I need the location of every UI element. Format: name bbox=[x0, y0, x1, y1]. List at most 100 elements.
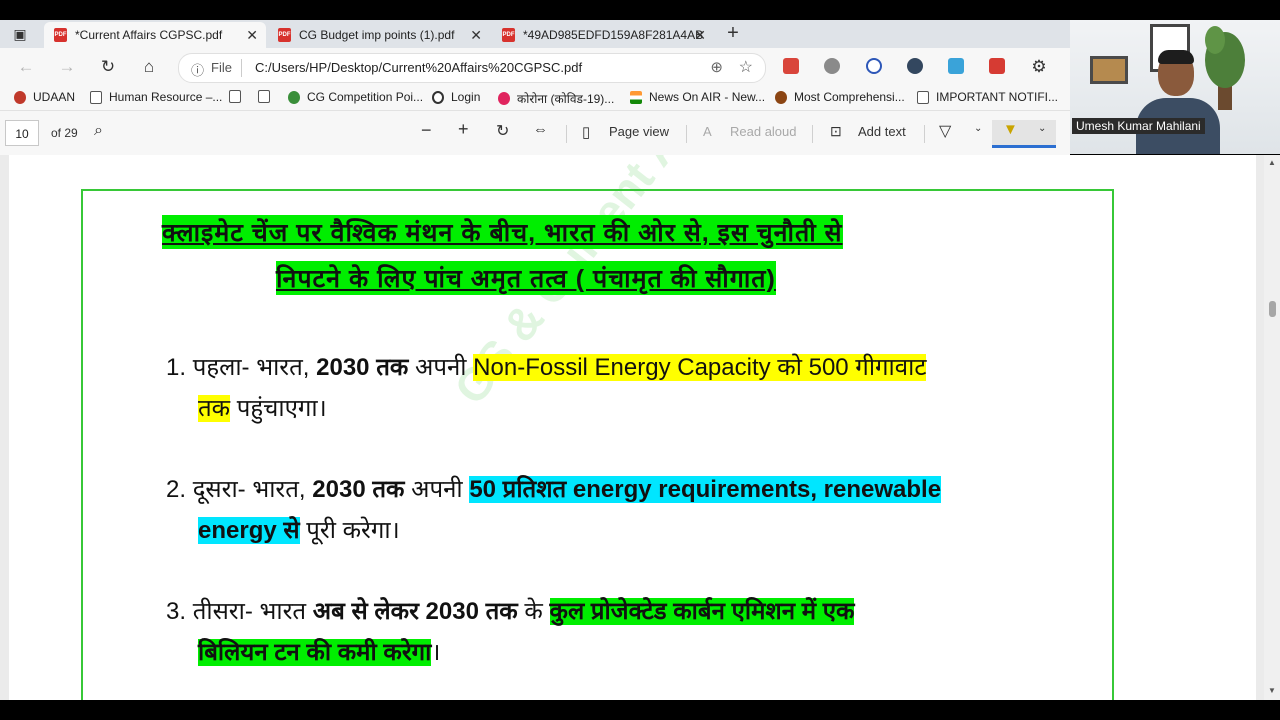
bottom-black-bar bbox=[0, 700, 1280, 720]
forward-icon[interactable]: → bbox=[57, 57, 77, 77]
address-bar: ← → ↻ ⌂ ⓘ File C:/Users/HP/Desktop/Curre… bbox=[0, 48, 1070, 86]
page-view-button[interactable]: Page view bbox=[609, 124, 669, 139]
url-bar[interactable]: ⓘ File C:/Users/HP/Desktop/Current%20Aff… bbox=[178, 53, 766, 83]
refresh-icon[interactable]: ↻ bbox=[98, 57, 118, 77]
tab-actions-icon[interactable]: ▣ bbox=[10, 24, 30, 44]
fit-page-icon[interactable]: ⇔ bbox=[533, 121, 548, 138]
close-icon[interactable]: ✕ bbox=[470, 27, 482, 44]
bookmark-udaan[interactable]: UDAAN bbox=[14, 90, 75, 104]
emblem-icon bbox=[775, 90, 787, 104]
highlight-tool-button[interactable] bbox=[992, 120, 1056, 148]
pdf-toolbar: 10 of 29 ⌕ − + ↻ ⇔ ▯ Page view A Read al… bbox=[0, 111, 1070, 156]
bookmark-news-on-air[interactable]: News On AIR - New... bbox=[630, 90, 765, 104]
new-tab-button[interactable]: + bbox=[723, 23, 743, 43]
search-icon[interactable]: ⌕ bbox=[94, 122, 103, 140]
pdf-page: ‘ , GS & Current Affairs by Umesh क्लाइम… bbox=[9, 155, 1256, 700]
vertical-scrollbar[interactable]: ▲ ▼ bbox=[1264, 155, 1280, 700]
chevron-down-icon[interactable]: ⌄ bbox=[1038, 123, 1046, 134]
rotate-icon[interactable]: ↻ bbox=[496, 121, 509, 141]
scroll-up-arrow-icon[interactable]: ▲ bbox=[1268, 158, 1276, 167]
pdf-icon: PDF bbox=[502, 28, 515, 42]
bookmark-page-1[interactable] bbox=[229, 90, 248, 103]
close-icon[interactable]: ✕ bbox=[694, 27, 706, 44]
pen-extension-icon[interactable] bbox=[989, 58, 1005, 74]
file-label: File bbox=[211, 60, 232, 75]
udaan-icon bbox=[14, 90, 26, 104]
content-box: GS & Current Affairs by Umesh क्लाइमेट च… bbox=[81, 155, 1114, 700]
highlight-icon: ▼ bbox=[1003, 121, 1018, 138]
page-icon bbox=[229, 90, 241, 103]
bookmark-most-comprehensive[interactable]: Most Comprehensi... bbox=[775, 90, 905, 104]
add-text-button[interactable]: Add text bbox=[858, 124, 906, 139]
list-item-1-line-1: 1. पहला- भारत, 2030 तक अपनी Non-Fossil E… bbox=[166, 354, 927, 381]
bookmark-corona[interactable]: कोरोना (कोविड-19)... bbox=[498, 90, 614, 107]
page-view-icon: ▯ bbox=[582, 124, 591, 141]
toolbar-divider bbox=[566, 125, 567, 143]
page-count: of 29 bbox=[51, 126, 78, 140]
pdf-viewer[interactable]: ‘ , GS & Current Affairs by Umesh क्लाइम… bbox=[0, 155, 1264, 700]
page-icon bbox=[258, 90, 270, 103]
india-flag-icon bbox=[630, 90, 642, 104]
green-highlight: बिलियन टन की कमी करेगा bbox=[198, 639, 432, 666]
page-icon bbox=[917, 90, 929, 104]
corona-icon bbox=[498, 92, 510, 105]
page-number-input[interactable]: 10 bbox=[5, 120, 39, 146]
cyan-highlight: 50 प्रतिशत energy requirements, renewabl… bbox=[469, 476, 942, 503]
yellow-highlight: तक bbox=[198, 395, 231, 422]
title-line-1: क्लाइमेट चेंज पर वैश्विक मंथन के बीच, भा… bbox=[162, 215, 843, 249]
record-extension-icon[interactable] bbox=[907, 58, 923, 74]
bookmark-login[interactable]: Login bbox=[432, 90, 480, 104]
list-item-3-line-1: 3. तीसरा- भारत अब से लेकर 2030 तक के कुल… bbox=[166, 598, 855, 625]
read-aloud-icon: A bbox=[703, 124, 712, 139]
list-item-1-line-2: तक पहुंचाएगा। bbox=[198, 395, 327, 422]
pdf-icon: PDF bbox=[278, 28, 291, 42]
chevron-down-icon[interactable]: ⌄ bbox=[974, 123, 982, 134]
favorite-star-icon[interactable]: ☆ bbox=[739, 57, 753, 77]
zoom-icon[interactable]: ⊕ bbox=[710, 58, 723, 76]
read-aloud-button[interactable]: Read aloud bbox=[730, 124, 797, 139]
back-icon[interactable]: ← bbox=[16, 57, 36, 77]
bookmark-cg-competition[interactable]: CG Competition Poi... bbox=[288, 90, 423, 104]
webcam-overlay: Umesh Kumar Mahilani bbox=[1070, 20, 1280, 154]
presenter-hair bbox=[1158, 50, 1194, 64]
scroll-down-arrow-icon[interactable]: ▼ bbox=[1268, 686, 1276, 695]
presenter-name: Umesh Kumar Mahilani bbox=[1072, 118, 1205, 134]
drive-extension-icon[interactable] bbox=[948, 58, 964, 74]
tab-strip: ▣ PDF *Current Affairs CGPSC.pdf ✕ PDF C… bbox=[0, 20, 1070, 48]
home-icon[interactable]: ⌂ bbox=[139, 57, 159, 77]
bookmark-human-resource[interactable]: Human Resource –... bbox=[90, 90, 222, 104]
list-item-2-line-2: energy से पूरी करेगा। bbox=[198, 517, 400, 544]
bookmark-important-notifi[interactable]: IMPORTANT NOTIFI... bbox=[917, 90, 1058, 104]
zoom-in-icon[interactable]: + bbox=[458, 119, 469, 140]
search-icon bbox=[432, 90, 444, 104]
wall-frame bbox=[1090, 56, 1128, 84]
plant-icon bbox=[1205, 26, 1245, 110]
close-icon[interactable]: ✕ bbox=[246, 27, 258, 44]
scroll-thumb[interactable] bbox=[1269, 301, 1276, 317]
draw-icon[interactable]: ▽ bbox=[939, 121, 951, 141]
toolbar-divider bbox=[924, 125, 925, 143]
extensions-puzzle-icon[interactable]: ⚙ bbox=[1029, 57, 1049, 77]
cyan-highlight: energy से bbox=[198, 517, 300, 544]
top-black-bar bbox=[0, 0, 1280, 20]
zoom-out-icon[interactable]: − bbox=[421, 120, 432, 141]
tab-current-affairs[interactable]: PDF *Current Affairs CGPSC.pdf ✕ bbox=[44, 22, 266, 48]
bookmark-page-2[interactable] bbox=[258, 90, 277, 103]
toolbar-divider bbox=[812, 125, 813, 143]
pdf-icon: PDF bbox=[54, 28, 67, 42]
list-item-2-line-1: 2. दूसरा- भारत, 2030 तक अपनी 50 प्रतिशत … bbox=[166, 476, 942, 503]
info-icon[interactable]: ⓘ bbox=[191, 60, 204, 79]
settings-extension-icon[interactable] bbox=[824, 58, 840, 74]
play-extension-icon[interactable] bbox=[866, 58, 882, 74]
megaphone-extension-icon[interactable] bbox=[783, 58, 799, 74]
yellow-highlight: Non-Fossil Energy Capacity को 500 गीगावा… bbox=[473, 354, 927, 381]
url-divider bbox=[241, 59, 242, 77]
tab-title: CG Budget imp points (1).pdf bbox=[299, 28, 455, 42]
url-text[interactable]: C:/Users/HP/Desktop/Current%20Affairs%20… bbox=[255, 60, 582, 75]
green-highlight: कुल प्रोजेक्टेड कार्बन एमिशन में एक bbox=[549, 598, 855, 625]
tab-cg-budget[interactable]: PDF CG Budget imp points (1).pdf ✕ bbox=[268, 22, 490, 48]
bookmarks-bar: UDAAN Human Resource –... CG Competition… bbox=[0, 86, 1070, 111]
globe-icon bbox=[288, 90, 300, 104]
toolbar-divider bbox=[686, 125, 687, 143]
tab-49ad[interactable]: PDF *49AD985EDFD159A8F281A4AB ✕ bbox=[492, 22, 714, 48]
